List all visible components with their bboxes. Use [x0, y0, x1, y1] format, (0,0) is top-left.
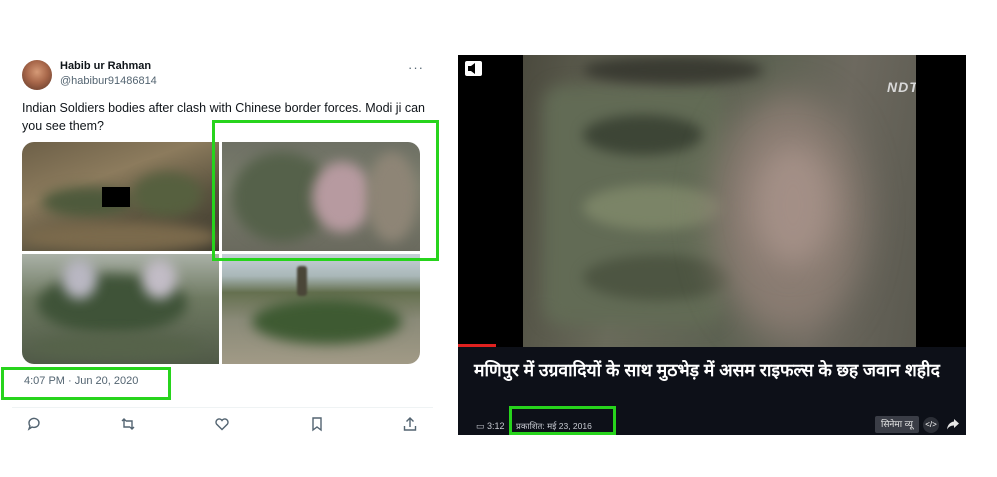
video-player[interactable]: NDTV मणिपुर में उग्रवादियों के साथ मुठभे…: [458, 55, 966, 435]
camera-icon: ▭: [476, 421, 485, 431]
channel-logo: NDTV: [887, 79, 916, 95]
retweet-icon[interactable]: [120, 416, 136, 432]
bookmark-icon[interactable]: [309, 416, 325, 432]
video-duration: ▭ 3:12: [476, 421, 505, 431]
like-icon[interactable]: [214, 416, 230, 432]
share-icon[interactable]: [402, 416, 418, 432]
highlight-box-timestamp: [1, 367, 171, 400]
avatar[interactable]: [22, 60, 52, 90]
highlight-box-publish-date: [509, 406, 616, 435]
more-options-icon[interactable]: ···: [408, 60, 424, 75]
share-arrow-icon[interactable]: [946, 417, 960, 431]
redaction-box: [102, 187, 130, 207]
mute-icon[interactable]: [465, 61, 482, 76]
tweet-photo-1[interactable]: [22, 142, 219, 251]
embed-icon[interactable]: </>: [923, 417, 939, 433]
reply-icon[interactable]: [26, 416, 42, 432]
video-headline[interactable]: मणिपुर में उग्रवादियों के साथ मुठभेड़ मे…: [474, 357, 959, 383]
author-name[interactable]: Habib ur Rahman: [60, 60, 151, 72]
cinema-view-button[interactable]: सिनेमा व्यू: [875, 416, 919, 433]
video-progress-bar[interactable]: [458, 344, 496, 347]
tweet-action-bar: [12, 407, 433, 435]
tweet-photo-4[interactable]: [222, 254, 420, 364]
author-handle[interactable]: @habibur91486814: [60, 75, 157, 87]
highlight-box-photo: [212, 120, 439, 261]
tweet-photo-3[interactable]: [22, 254, 219, 364]
video-frame[interactable]: NDTV: [523, 55, 916, 347]
